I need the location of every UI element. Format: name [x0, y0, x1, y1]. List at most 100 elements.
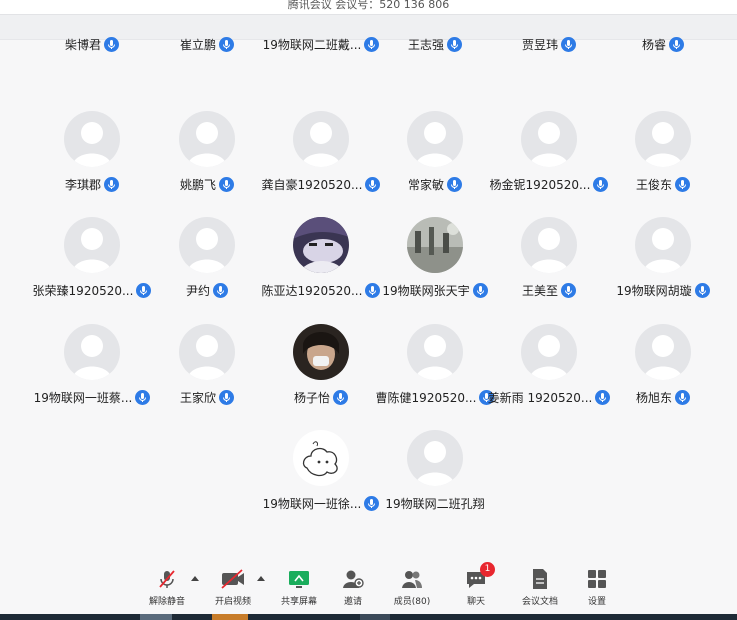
- unmute-button[interactable]: 解除静音: [137, 568, 197, 607]
- participant-tile[interactable]: 王美至: [492, 217, 606, 317]
- avatar-photo: [293, 324, 349, 380]
- chat-button[interactable]: 1 聊天: [446, 562, 506, 607]
- taskbar-item[interactable]: [140, 614, 172, 620]
- mic-icon: [333, 389, 348, 405]
- video-off-icon: [220, 568, 246, 590]
- mic-icon: [219, 36, 234, 52]
- participant-tile[interactable]: 张荣臻1920520...: [33, 217, 152, 317]
- participant-tile[interactable]: 尹约: [150, 217, 264, 317]
- mic-icon: [694, 282, 710, 298]
- taskbar-item[interactable]: [360, 614, 390, 620]
- participant-name-row: 杨旭东: [598, 388, 728, 406]
- avatar: [521, 111, 577, 167]
- participant-tile[interactable]: 姚鹏飞: [150, 111, 264, 211]
- avatar: [635, 324, 691, 380]
- participant-name: 龚自豪1920520...: [261, 177, 363, 192]
- mic-icon: [561, 282, 576, 298]
- participant-name: 19物联网胡璇: [616, 283, 692, 298]
- participant-tile[interactable]: 王俊东: [606, 111, 720, 211]
- share-screen-button[interactable]: 共享屏幕: [269, 568, 329, 607]
- participant-name-row: 19物联网二班孔翔: [370, 494, 500, 512]
- avatar: [64, 324, 120, 380]
- participant-tile[interactable]: 19物联网胡璇: [606, 217, 720, 317]
- meeting-title: 腾讯会议 会议号：520 136 806: [287, 0, 450, 11]
- participant-tile[interactable]: 李琪郡: [35, 111, 149, 211]
- participant-name-row: 19物联网张天宇: [370, 281, 500, 299]
- document-icon: [529, 568, 551, 590]
- participant-tile[interactable]: 杨子怡: [264, 324, 378, 424]
- mic-icon: [104, 176, 119, 192]
- mic-icon: [561, 36, 576, 52]
- video-options-caret[interactable]: [257, 576, 265, 581]
- participant-name-row: 柴博君: [27, 35, 157, 53]
- participant-name: 19物联网一班徐...: [262, 496, 362, 511]
- os-taskbar: [0, 614, 737, 620]
- participant-name: 姜新雨 1920520...: [487, 390, 593, 405]
- participant-name: 19物联网二班孔翔: [385, 496, 485, 511]
- window-title-bar: 腾讯会议 会议号：520 136 806: [0, 0, 737, 14]
- meeting-docs-button[interactable]: 会议文档: [510, 568, 570, 607]
- avatar-photo: [407, 217, 463, 273]
- participant-grid: 柴博君 崔立鹏 19物联网二班戴... 王志强 贾昱玮 杨睿 李琪郡 姚鹏飞 龚…: [0, 35, 737, 558]
- participant-tile[interactable]: 姜新雨 1920520...: [488, 324, 611, 424]
- participant-name: 李琪郡: [64, 177, 101, 192]
- avatar: [179, 111, 235, 167]
- avatar: [293, 111, 349, 167]
- participant-name-row: 19物联网胡璇: [598, 281, 728, 299]
- participant-tile[interactable]: 19物联网一班徐...: [262, 430, 380, 530]
- participant-name-row: 姚鹏飞: [142, 175, 272, 193]
- participant-name: 19物联网二班戴...: [262, 37, 362, 52]
- audio-options-caret[interactable]: [191, 576, 199, 581]
- members-button[interactable]: 成员(80): [382, 568, 442, 607]
- participant-name-row: 崔立鹏: [142, 35, 272, 53]
- mic-icon: [219, 176, 234, 192]
- participant-name: 王家欣: [179, 390, 216, 405]
- chat-icon: 1: [465, 562, 495, 590]
- participant-name: 19物联网一班蔡...: [33, 390, 133, 405]
- participant-name-row: 龚自豪1920520...: [256, 175, 386, 193]
- participant-name-row: 王志强: [370, 35, 500, 53]
- participant-tile[interactable]: 王家欣: [150, 324, 264, 424]
- avatar: [407, 111, 463, 167]
- participant-tile[interactable]: 陈亚达1920520...: [261, 217, 381, 317]
- chat-unread-badge: 1: [480, 562, 495, 577]
- participant-tile[interactable]: 杨旭东: [606, 324, 720, 424]
- unmute-label: 解除静音: [148, 597, 185, 607]
- participant-tile[interactable]: 19物联网张天宇: [378, 217, 492, 317]
- participant-name-row: 尹约: [142, 281, 272, 299]
- participant-name: 杨金铌1920520...: [489, 177, 591, 192]
- participant-name: 杨旭东: [635, 390, 672, 405]
- participant-name-row: 19物联网一班蔡...: [27, 388, 157, 406]
- mic-icon: [669, 36, 684, 52]
- avatar: [521, 217, 577, 273]
- participant-tile[interactable]: 龚自豪1920520...: [262, 111, 381, 211]
- participant-tile[interactable]: 常家敏: [378, 111, 492, 211]
- chat-label: 聊天: [466, 597, 485, 607]
- participant-name-row: 贾昱玮: [484, 35, 614, 53]
- start-video-button[interactable]: 开启视频: [203, 568, 263, 607]
- participant-name: 尹约: [185, 283, 210, 298]
- participant-name: 王志强: [407, 37, 444, 52]
- participant-name: 19物联网张天宇: [382, 283, 470, 298]
- mic-icon: [447, 36, 462, 52]
- avatar: [635, 111, 691, 167]
- participant-tile[interactable]: 曹陈健1920520...: [375, 324, 495, 424]
- avatar-cartoon: [293, 430, 349, 486]
- participant-name-row: 李琪郡: [27, 175, 157, 193]
- settings-button[interactable]: 设置: [567, 568, 627, 607]
- taskbar-item[interactable]: [212, 614, 248, 620]
- invite-button[interactable]: 邀请: [323, 568, 383, 607]
- participant-name-row: 王家欣: [142, 388, 272, 406]
- mic-icon: [213, 282, 228, 298]
- participant-tile[interactable]: 19物联网一班蔡...: [34, 324, 151, 424]
- avatar: [179, 324, 235, 380]
- participant-name-row: 杨金铌1920520...: [484, 175, 614, 193]
- participant-name: 姚鹏飞: [179, 177, 216, 192]
- participant-name-row: 杨睿: [598, 35, 728, 53]
- mic-icon: [447, 176, 462, 192]
- settings-label: 设置: [587, 597, 606, 607]
- participant-name: 陈亚达1920520...: [261, 283, 363, 298]
- participant-tile[interactable]: 19物联网二班孔翔: [378, 430, 492, 530]
- participant-tile[interactable]: 杨金铌1920520...: [490, 111, 609, 211]
- participant-name: 曹陈健1920520...: [375, 390, 477, 405]
